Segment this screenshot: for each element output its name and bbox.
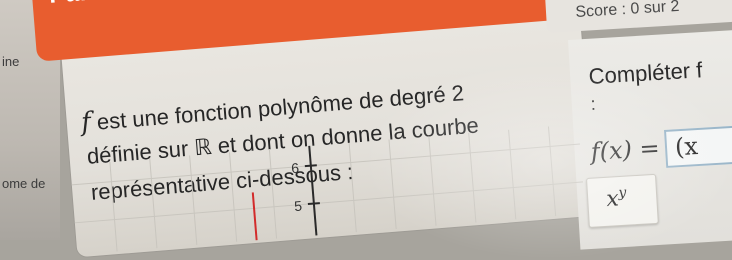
grid-line-v6 [348,142,357,233]
grid-line-v8 [428,136,437,226]
screen: ine ome de Parabole et forme c Score : 0… [0,0,732,260]
y-tick-5-label: 5 [294,198,303,215]
grid-line-v4 [228,152,238,242]
formula-input-value: (x [674,132,699,162]
grid-line-h2 [74,181,584,224]
grid-line-v10 [508,129,517,220]
grid-line-v7 [388,139,397,230]
formula-lhs: f(x) = [590,133,661,166]
grid-line-v11 [547,126,557,217]
formula-input[interactable]: (x [664,125,732,168]
y-tick-5-mark [307,202,320,206]
grid-line-v9 [468,132,477,223]
y-tick-6-mark [304,164,317,168]
grid-line-v5 [268,148,278,239]
power-button[interactable]: xy [586,173,659,228]
y-axis [308,145,318,236]
grid-line-v1 [109,161,118,252]
y-tick-6-label: 6 [291,160,300,177]
power-button-label: xy [605,184,627,213]
curve-segment [251,192,258,241]
nav-text-2[interactable]: ome de [2,176,45,191]
nav-text-1[interactable]: ine [2,54,19,69]
grid-line-v3 [189,155,198,246]
grid-line-v2 [149,158,158,249]
